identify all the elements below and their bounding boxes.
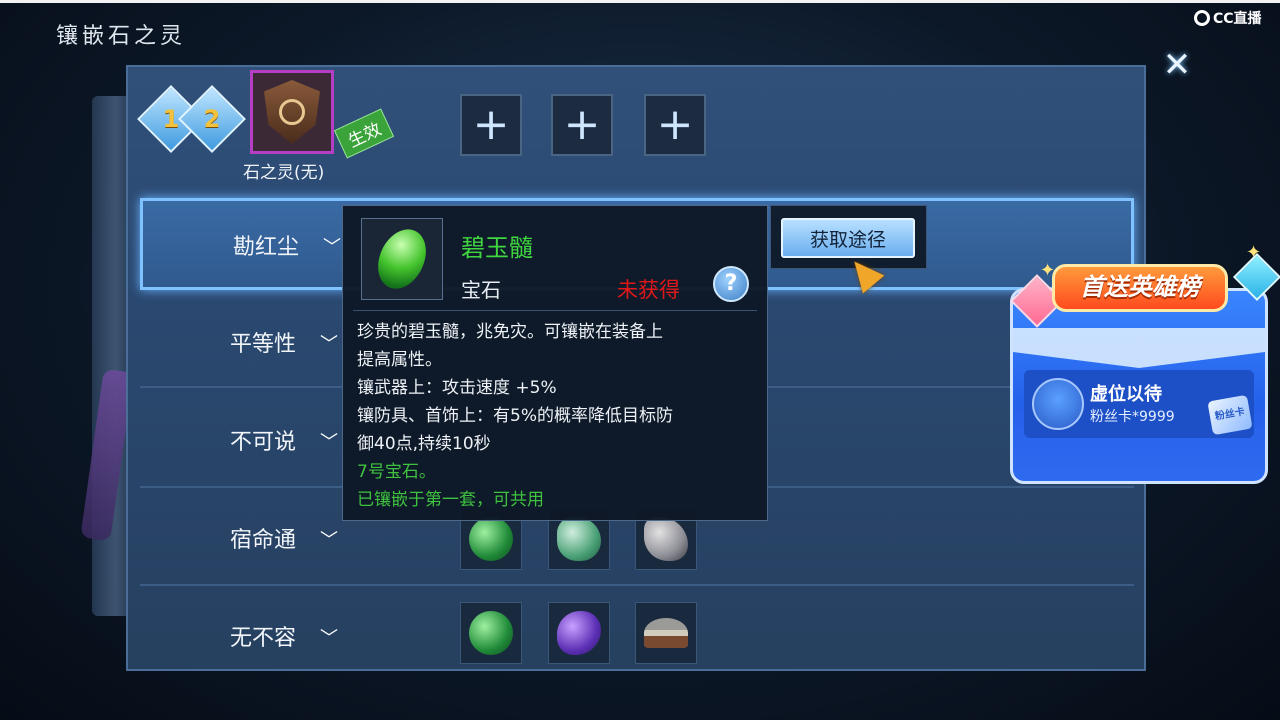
stream-logo: CC直播 (1194, 8, 1262, 28)
gem-type: 宝石 (461, 278, 501, 302)
promo-widget[interactable]: ✦ ✦ 首送英雄榜 虚位以待 粉丝卡*9999 粉丝卡 (1010, 242, 1280, 484)
sparkle-icon: ✦ (1246, 242, 1262, 263)
desc-line: 提高属性。 (357, 350, 442, 370)
desc-line: 镶武器上：攻击速度 +5% (357, 378, 557, 398)
chevron-down-icon[interactable]: ﹀ (323, 233, 341, 259)
promo-entry[interactable]: 虚位以待 粉丝卡*9999 粉丝卡 (1024, 370, 1254, 438)
category-label: 无不容 (230, 626, 297, 651)
stone-spirit-slot[interactable] (250, 70, 334, 154)
desc-line: 御40点,持续10秒 (357, 434, 491, 454)
category-label: 勘红尘 (233, 235, 300, 260)
close-icon[interactable]: ✕ (1160, 48, 1194, 82)
purple-crystal-icon[interactable] (548, 602, 610, 664)
tooltip-divider (353, 310, 757, 311)
desc-line: 镶防具、首饰上：有5%的概率降低目标防 (357, 406, 673, 426)
category-label: 平等性 (230, 332, 297, 357)
category-label: 不可说 (230, 430, 297, 455)
top-border (0, 0, 1280, 3)
gem-description: 珍贵的碧玉髓，兆免灾。可镶嵌在装备上 提高属性。 镶武器上：攻击速度 +5% 镶… (357, 318, 757, 514)
window-title: 镶嵌石之灵 (56, 24, 187, 49)
green-jade-gem-icon (361, 218, 443, 300)
gem-name: 碧玉髓 (461, 234, 533, 262)
chevron-down-icon[interactable]: ﹀ (320, 624, 338, 650)
promo-title: 首送英雄榜 (1052, 264, 1228, 312)
promo-reward: 粉丝卡*9999 (1090, 409, 1175, 425)
hat-item-icon[interactable] (635, 602, 697, 664)
acquire-panel: 获取途径 (770, 205, 927, 269)
gem-number: 7号宝石。 (357, 462, 436, 482)
cc-logo-icon (1194, 10, 1210, 26)
level-tab-2-label: 2 (203, 105, 221, 133)
add-slot-2[interactable]: + (551, 94, 613, 156)
desc-line: 珍贵的碧玉髓，兆免灾。可镶嵌在装备上 (357, 322, 663, 342)
gem-tooltip: 碧玉髓 宝石 未获得 ? 珍贵的碧玉髓，兆免灾。可镶嵌在装备上 提高属性。 镶武… (342, 205, 768, 521)
promo-slot-name: 虚位以待 (1090, 384, 1162, 405)
fan-card-icon: 粉丝卡 (1207, 394, 1253, 436)
gem-status: 未获得 (617, 278, 680, 302)
avatar (1032, 378, 1084, 430)
stream-logo-text: CC直播 (1213, 11, 1262, 27)
acquire-source-button[interactable]: 获取途径 (781, 218, 915, 258)
add-slot-3[interactable]: + (644, 94, 706, 156)
row-divider (140, 584, 1134, 586)
shield-emblem-icon (264, 80, 320, 144)
help-icon[interactable]: ? (713, 266, 749, 302)
inlaid-note: 已镶嵌于第一套，可共用 (357, 490, 544, 510)
category-label: 宿命通 (230, 528, 297, 553)
stone-spirit-name: 石之灵(无) (243, 163, 325, 183)
green-orb-icon[interactable] (460, 602, 522, 664)
chevron-down-icon[interactable]: ﹀ (320, 526, 338, 552)
chevron-down-icon[interactable]: ﹀ (320, 330, 338, 356)
add-slot-1[interactable]: + (460, 94, 522, 156)
chevron-down-icon[interactable]: ﹀ (320, 428, 338, 454)
